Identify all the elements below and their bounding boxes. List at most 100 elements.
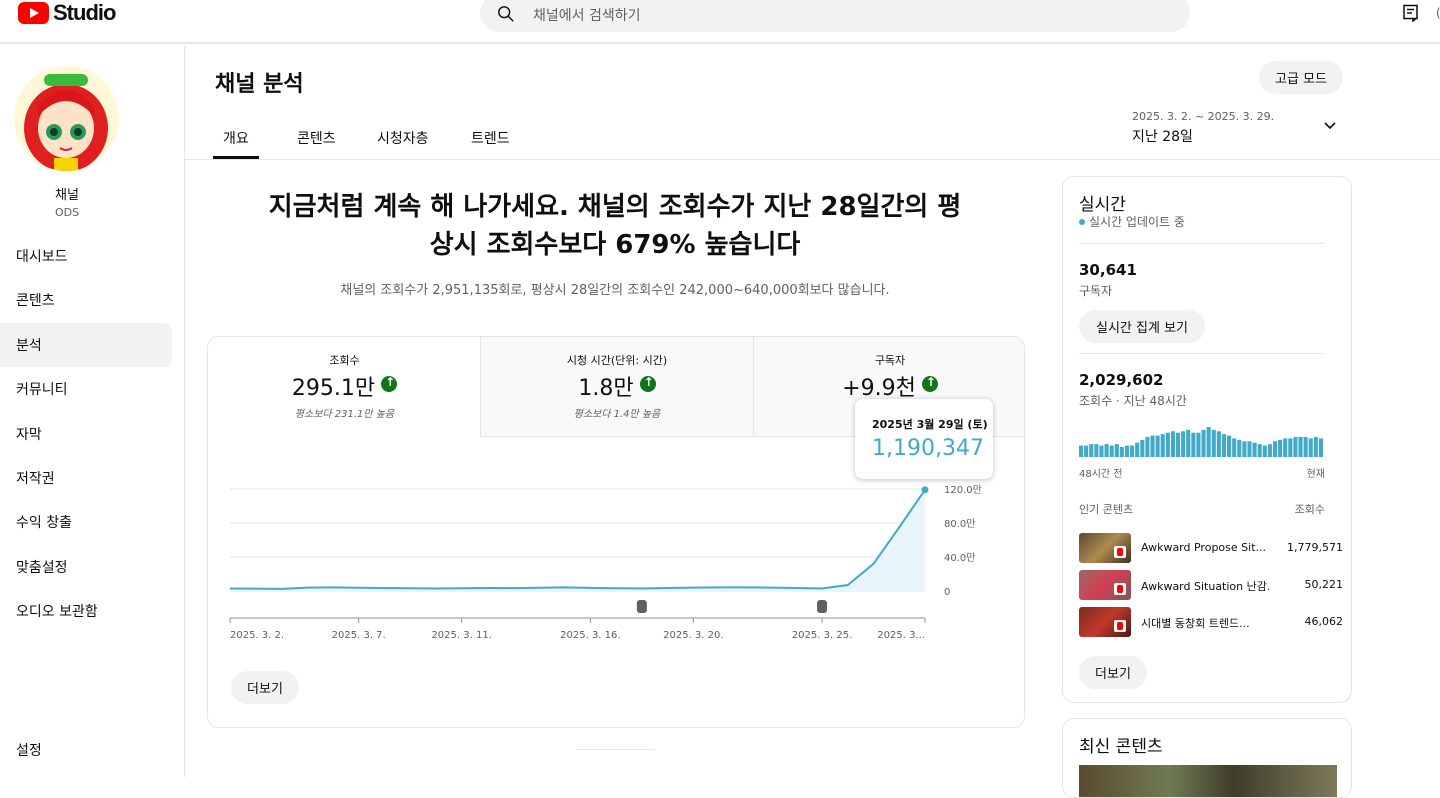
sidebar-item-subtitles[interactable]: 자막 xyxy=(0,412,172,456)
video-views: 1,779,571 xyxy=(1287,541,1343,554)
sparkline-bar xyxy=(1227,435,1232,457)
tab-content[interactable]: 콘텐츠 xyxy=(297,128,336,148)
metric-value-text: +9.9천 xyxy=(842,376,916,401)
sidebar-item-dashboard[interactable]: 대시보드 xyxy=(0,234,172,278)
shorts-icon xyxy=(1114,546,1126,558)
date-period-selector[interactable]: 지난 28일 xyxy=(1132,126,1193,146)
sparkline-bar xyxy=(1216,431,1221,457)
tabs-divider xyxy=(185,159,1440,160)
latest-content-card: 최신 콘텐츠 xyxy=(1062,718,1352,798)
top-bar: Studio 채널에서 검색하기 ( xyxy=(0,0,1440,44)
channel-avatar[interactable] xyxy=(14,66,119,171)
channel-name: 채널 xyxy=(55,188,79,203)
sparkline-bar xyxy=(1140,439,1145,457)
divider xyxy=(1079,243,1324,244)
y-tick-label: 0 xyxy=(944,587,950,598)
sparkline-bar xyxy=(1165,432,1170,457)
y-tick-label: 40.0만 xyxy=(944,552,975,564)
search-icon[interactable] xyxy=(497,5,515,23)
logo-text: Studio xyxy=(53,0,116,25)
metric-value-text: 1.8만 xyxy=(578,376,634,401)
sparkline-bar xyxy=(1196,432,1201,457)
sparkline-bar xyxy=(1186,429,1191,457)
sidebar-item-content[interactable]: 콘텐츠 xyxy=(0,278,172,322)
metric-value: +9.9천 xyxy=(754,370,1024,402)
sparkline-bar xyxy=(1175,432,1181,457)
sparkline-bar xyxy=(1130,445,1135,457)
sparkline-bar xyxy=(1272,441,1278,457)
sidebar-item-community[interactable]: 커뮤니티 xyxy=(0,367,172,411)
chevron-down-icon[interactable] xyxy=(1322,118,1338,134)
x-tick-label: 2025. 3. 16. xyxy=(560,630,620,641)
sidebar-item-customization[interactable]: 맞춤설정 xyxy=(0,545,172,589)
x-tick-label: 2025. 3. 25. xyxy=(792,630,852,641)
sparkline-end-label: 현재 xyxy=(1306,469,1325,480)
up-arrow-icon xyxy=(381,375,398,392)
sidebar-item-analytics[interactable]: 분석 xyxy=(0,323,172,367)
video-title: 시대별 동창회 트렌드... xyxy=(1141,617,1250,630)
tooltip-value: 1,190,347 xyxy=(872,436,984,461)
sparkline-bar xyxy=(1242,441,1247,457)
sparkline-bar xyxy=(1124,445,1130,457)
sparkline-bar xyxy=(1206,427,1211,457)
metric-label: 시청 시간(단위: 시간) xyxy=(566,354,668,367)
sparkline-bar xyxy=(1099,445,1104,457)
advanced-mode-button[interactable]: 고급 모드 xyxy=(1259,61,1343,94)
sparkline-bar xyxy=(1278,439,1283,457)
top-content-row[interactable]: Awkward Situation 난감... 50,221 xyxy=(1079,570,1343,600)
tab-overview[interactable]: 개요 xyxy=(223,128,249,148)
sparkline-bar xyxy=(1308,438,1313,457)
sidebar-item-copyright[interactable]: 저작권 xyxy=(0,456,172,500)
views-48h-label: 조회수 · 지난 48시간 xyxy=(1079,394,1187,408)
up-arrow-icon xyxy=(921,375,938,392)
tab-trends[interactable]: 트렌드 xyxy=(471,128,510,148)
tab-audience[interactable]: 시청자층 xyxy=(377,128,429,148)
top-content-row[interactable]: Awkward Propose Sit... 1,779,571 xyxy=(1079,533,1343,563)
sparkline-bar xyxy=(1262,445,1267,457)
x-tick-label: 2025. 3. 7. xyxy=(332,630,386,641)
realtime-live-status: 실시간 업데이트 중 xyxy=(1079,213,1185,230)
chart-tooltip: 2025년 3월 29일 (토) 1,190,347 xyxy=(855,399,993,479)
headline-line-1: 지금처럼 계속 해 나가세요. 채널의 조회수가 지난 28일간의 평 xyxy=(268,192,962,222)
search-input[interactable]: 채널에서 검색하기 xyxy=(533,5,641,25)
sparkline-bar xyxy=(1119,447,1124,457)
latest-video-thumbnail[interactable] xyxy=(1079,765,1337,797)
top-content-row[interactable]: 시대별 동창회 트렌드... 46,062 xyxy=(1079,607,1343,637)
sparkline-bar xyxy=(1170,431,1175,457)
sidebar-item-settings[interactable]: 설정 xyxy=(0,728,172,772)
x-tick-label: 2025. 3. 11. xyxy=(431,630,491,641)
shorts-icon xyxy=(1114,583,1126,595)
live-dot-icon xyxy=(1079,218,1085,225)
realtime-sparkline[interactable] xyxy=(1079,427,1324,457)
y-tick-label: 80.0만 xyxy=(944,518,975,530)
studio-logo[interactable]: Studio xyxy=(18,0,116,26)
search-bar[interactable]: 채널에서 검색하기 xyxy=(480,0,1190,32)
sparkline-bar xyxy=(1293,437,1298,457)
see-more-button[interactable]: 더보기 xyxy=(231,671,299,704)
sparkline-bar xyxy=(1313,437,1318,457)
live-label: 실시간 업데이트 중 xyxy=(1089,215,1185,229)
date-range-text[interactable]: 2025. 3. 2. ~ 2025. 3. 29. xyxy=(1132,110,1274,123)
realtime-see-more-button[interactable]: 더보기 xyxy=(1079,656,1147,689)
realtime-count-button[interactable]: 실시간 집계 보기 xyxy=(1079,310,1205,343)
sidebar-item-monetization[interactable]: 수익 창출 xyxy=(0,500,172,544)
x-tick-label: 2025. 3. 20. xyxy=(663,630,723,641)
account-button-partial[interactable]: ( xyxy=(1436,6,1440,20)
x-tick-label: 2025. 3. 2. xyxy=(230,630,284,641)
sparkline-bar xyxy=(1181,431,1186,457)
sparkline-bar xyxy=(1145,437,1150,457)
avatar-illustration-icon xyxy=(24,74,108,171)
video-thumbnail xyxy=(1079,570,1131,600)
sidebar-item-audio-library[interactable]: 오디오 보관함 xyxy=(0,589,172,633)
headline-line-2: 상시 조회수보다 679% 높습니다 xyxy=(429,230,801,260)
up-arrow-icon xyxy=(639,375,656,392)
metric-tab-watch-time[interactable]: 시청 시간(단위: 시간) 1.8만 평소보다 1.4만 높음 xyxy=(480,337,753,437)
sparkline-bar xyxy=(1237,439,1242,457)
metric-tab-views[interactable]: 조회수 295.1만 평소보다 231.1만 높음 xyxy=(208,337,481,437)
sparkline-bar xyxy=(1155,435,1160,457)
shorts-marker-icon xyxy=(817,600,828,613)
metric-value: 1.8만 xyxy=(481,370,753,402)
sparkline-bar xyxy=(1283,438,1288,457)
sparkline-start-label: 48시간 전 xyxy=(1079,469,1123,480)
feedback-icon[interactable] xyxy=(1402,4,1420,22)
